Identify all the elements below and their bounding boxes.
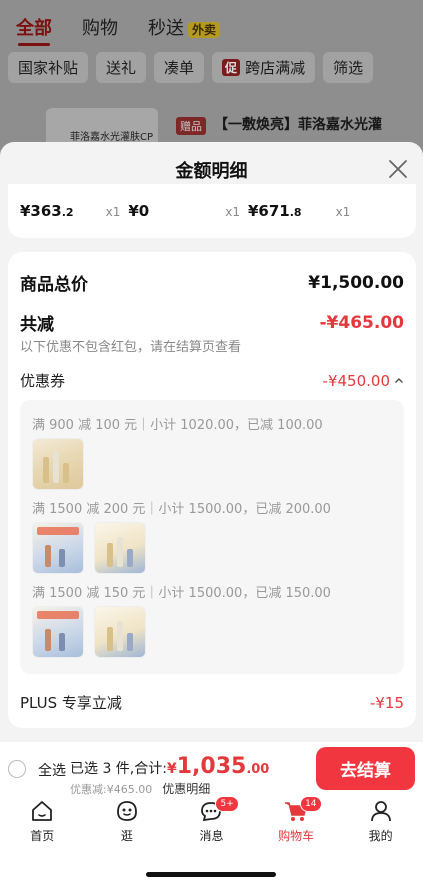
- profile-icon: [370, 801, 391, 822]
- chip-filter[interactable]: 筛选: [323, 52, 374, 83]
- tab-cart-label: 购物车: [278, 829, 315, 843]
- tab-profile-label: 我的: [368, 829, 393, 843]
- home-indicator: [146, 872, 276, 877]
- item-price-int: ¥363: [20, 202, 62, 220]
- product-thumbnail[interactable]: [94, 522, 146, 574]
- plus-discount-row: PLUS 专享立减 -¥15: [20, 692, 404, 713]
- item-qty: x1: [225, 205, 240, 219]
- amount-detail-sheet: 金额明细 ¥363.2 x1 ¥0 x1 ¥671.8 x1 商品总价 ¥1,5…: [0, 142, 423, 742]
- item-price: ¥671.8: [248, 202, 302, 220]
- amount-breakdown-card: 商品总价 ¥1,500.00 共减 -¥465.00 以下优惠不包含红包，请在结…: [8, 252, 416, 728]
- goods-total-value: ¥1,500.00: [308, 272, 404, 293]
- goods-total-label: 商品总价: [20, 275, 88, 295]
- coupon-group-text: 满 1500 减 200 元｜小计 1500.00，已减 200.00: [32, 502, 331, 517]
- background-product-image-text: 菲洛嘉水光灌肤CP: [70, 132, 154, 143]
- gift-tag: 赠品: [176, 117, 206, 135]
- goods-total-row: 商品总价 ¥1,500.00: [20, 270, 404, 296]
- tab-profile[interactable]: 我的: [351, 798, 411, 850]
- chevron-up-icon[interactable]: [394, 376, 404, 386]
- discount-detail-link[interactable]: 优惠明细: [162, 780, 210, 797]
- tab-instant-label: 秒送: [148, 18, 184, 39]
- plus-discount-label: PLUS 专享立减: [20, 694, 122, 712]
- tab-bar: 首页 逛 5+ 消息 14 购物车 我的: [0, 796, 423, 850]
- checkout-button[interactable]: 去结算: [316, 747, 415, 790]
- coupon-value-wrap: -¥450.00: [323, 372, 404, 390]
- item-qty: x1: [335, 205, 351, 219]
- product-thumbnail[interactable]: [32, 438, 84, 490]
- item-price: ¥0: [128, 202, 149, 220]
- coupon-detail-panel: 满 900 减 100 元｜小计 1020.00，已减 100.00 满 150…: [20, 400, 404, 674]
- product-thumbnail[interactable]: [32, 606, 84, 658]
- tab-message[interactable]: 5+ 消息: [181, 796, 241, 850]
- chip-cross-store-label: 跨店满减: [245, 59, 306, 77]
- item-price-row: ¥363.2 x1 ¥0 x1 ¥671.8 x1: [20, 202, 350, 220]
- tab-home[interactable]: 首页: [12, 798, 72, 850]
- chip-cross-store[interactable]: 促跨店满减: [212, 52, 316, 83]
- item-prices-card: ¥363.2 x1 ¥0 x1 ¥671.8 x1: [8, 184, 416, 238]
- reduction-note: 以下优惠不包含红包，请在结算页查看: [20, 340, 242, 355]
- reduction-label: 共减: [20, 315, 54, 335]
- coupon-group-text: 满 900 减 100 元｜小计 1020.00，已减 100.00: [32, 418, 323, 433]
- tab-message-label: 消息: [199, 829, 224, 843]
- tab-shopping[interactable]: 购物: [82, 14, 118, 40]
- background-product-title: 【一敷焕亮】菲洛嘉水光灌: [214, 117, 382, 133]
- total-currency: ¥: [166, 761, 177, 777]
- background-page: 全部 购物 秒送 外卖 国家补贴 送礼 凑单 促跨店满减 筛选 菲洛嘉水光灌肤CP…: [0, 0, 423, 150]
- item-price-int: ¥0: [128, 202, 150, 220]
- tab-stroll-label: 逛: [120, 829, 133, 843]
- chip-add-on[interactable]: 凑单: [154, 52, 205, 83]
- reduction-value: -¥465.00: [319, 312, 405, 333]
- chip-national-subsidy[interactable]: 国家补贴: [8, 52, 89, 83]
- coupon-group-text: 满 1500 减 150 元｜小计 1500.00，已减 150.00: [32, 586, 331, 601]
- selected-count-text: 已选 3 件,合计:: [70, 761, 167, 777]
- home-icon: [32, 801, 53, 821]
- tab-cart[interactable]: 14 购物车: [266, 796, 326, 850]
- cart-summary: 已选 3 件,合计: ¥1,035.00: [70, 754, 269, 779]
- reduction-row: 共减 -¥465.00: [20, 310, 405, 336]
- item-qty: x1: [105, 205, 121, 219]
- chip-gift[interactable]: 送礼: [96, 52, 147, 83]
- item-price-int: ¥671: [247, 202, 290, 220]
- cart-badge: 14: [300, 796, 322, 812]
- select-all-label[interactable]: 全选: [38, 760, 66, 780]
- tab-all[interactable]: 全部: [16, 14, 52, 46]
- stroll-icon: [116, 801, 137, 821]
- total-price: ¥1,035.00: [167, 754, 269, 779]
- item-price-dec: .8: [289, 206, 302, 219]
- discount-line: 优惠减:¥465.00 优惠明细: [70, 780, 210, 797]
- discount-text: 优惠减:¥465.00: [70, 782, 153, 796]
- coupon-row[interactable]: 优惠券 -¥450.00: [20, 370, 404, 391]
- tab-home-label: 首页: [30, 829, 55, 843]
- sheet-title: 金额明细: [175, 161, 248, 182]
- select-all-checkbox[interactable]: [8, 760, 26, 778]
- filter-chips: 国家补贴 送礼 凑单 促跨店满减 筛选: [8, 52, 374, 83]
- tab-instant[interactable]: 秒送 外卖: [148, 14, 221, 40]
- product-thumbnail[interactable]: [32, 522, 84, 574]
- top-tabs: 全部 购物 秒送 外卖: [16, 14, 221, 46]
- message-badge: 5+: [215, 796, 239, 812]
- waimai-badge: 外卖: [188, 22, 221, 38]
- product-thumbnail[interactable]: [94, 606, 146, 658]
- item-price-dec: .2: [61, 206, 74, 219]
- coupon-label: 优惠券: [20, 372, 66, 390]
- bottom-bar: 全选 已选 3 件,合计: ¥1,035.00 优惠减:¥465.00 优惠明细…: [0, 742, 423, 884]
- plus-discount-value: -¥15: [369, 693, 404, 712]
- promo-icon: 促: [222, 59, 241, 76]
- total-dec: .00: [246, 762, 270, 777]
- close-icon[interactable]: [387, 158, 409, 180]
- item-price: ¥363.2: [20, 202, 74, 220]
- total-int: 1,035: [176, 754, 247, 779]
- tab-stroll[interactable]: 逛: [97, 798, 157, 850]
- coupon-value: -¥450.00: [322, 371, 390, 390]
